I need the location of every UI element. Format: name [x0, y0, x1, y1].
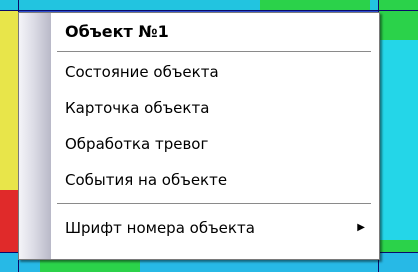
menu-header-object-title: Объект №1 [65, 22, 169, 41]
grid-line [0, 10, 418, 11]
object-context-menu: Объект №1 Состояние объекта Карточка объ… [18, 12, 380, 260]
menu-item-object-number-font-label: Шрифт номера объекта [65, 219, 255, 237]
menu-separator [57, 203, 371, 205]
menu-item-object-events[interactable]: События на объекте [51, 165, 379, 195]
submenu-arrow-icon: ▶ [357, 222, 365, 233]
menu-item-alarm-processing[interactable]: Обработка тревог [51, 129, 379, 159]
menu-item-object-card[interactable]: Карточка объекта [51, 93, 379, 123]
menu-body: Объект №1 Состояние объекта Карточка объ… [51, 13, 379, 259]
grid-cell-cyan-right [378, 40, 418, 240]
menu-item-object-state[interactable]: Состояние объекта [51, 57, 379, 87]
menu-separator [57, 51, 371, 53]
grid-cell-green-top [260, 0, 370, 10]
menu-item-object-number-font[interactable]: Шрифт номера объекта ▶ [51, 213, 379, 243]
menu-icon-gutter [19, 13, 51, 259]
